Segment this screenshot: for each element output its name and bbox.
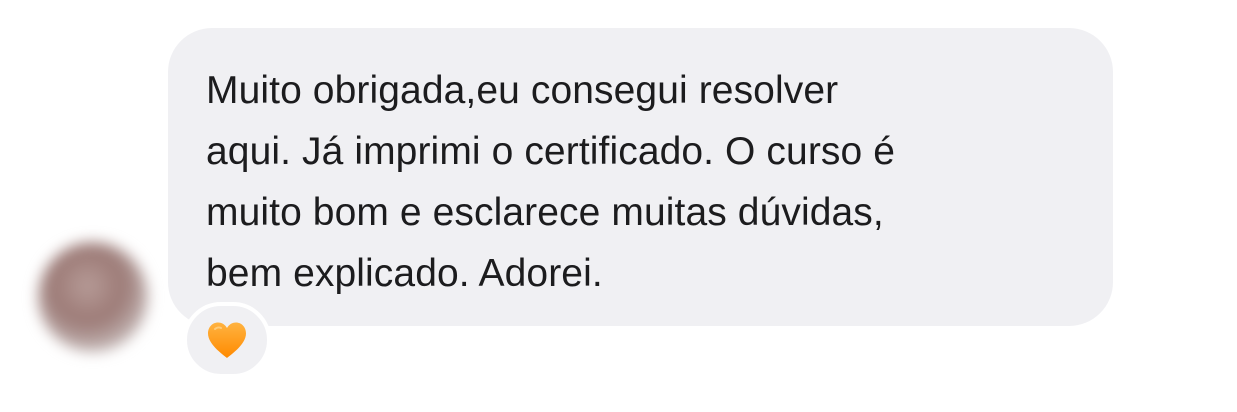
avatar[interactable] — [38, 242, 148, 352]
message-line: aqui. Já imprimi o certificado. O curso … — [206, 130, 896, 173]
orange-heart-icon — [208, 322, 246, 358]
chat-message-row: Muito obrigada,eu consegui resolver aqui… — [0, 0, 1237, 412]
message-line: bem explicado. Adorei. — [206, 252, 603, 295]
message-line: muito bom e esclarece muitas dúvidas, — [206, 191, 884, 234]
message-line: Muito obrigada,eu consegui resolver — [206, 69, 839, 112]
message-bubble[interactable]: Muito obrigada,eu consegui resolver aqui… — [168, 28, 1113, 326]
reaction-badge[interactable] — [183, 302, 271, 378]
message-text: Muito obrigada,eu consegui resolver aqui… — [206, 60, 1077, 304]
